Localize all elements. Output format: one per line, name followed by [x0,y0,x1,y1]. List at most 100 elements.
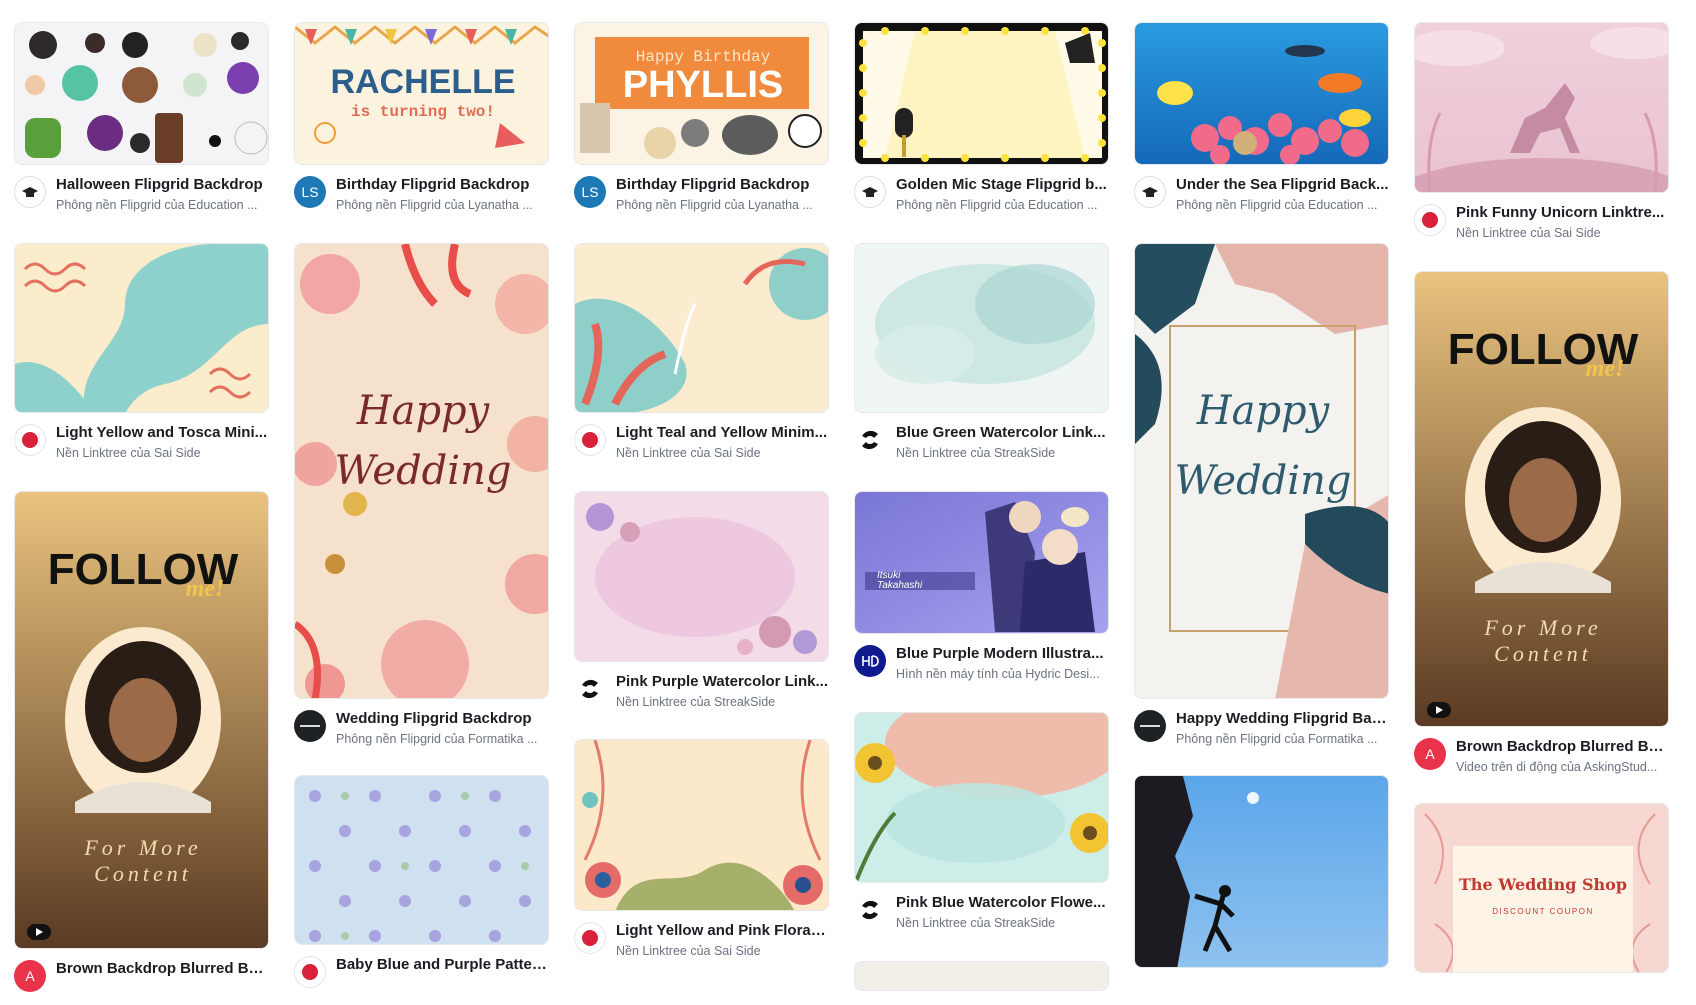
template-author[interactable]: Nền Linktree của StreakSide [616,695,829,709]
template-title[interactable]: Birthday Flipgrid Backdrop [336,176,549,193]
template-grid: Halloween Flipgrid Backdrop Phông nền Fl… [0,0,1696,992]
template-meta: Light Teal and Yellow Minim... Nền Linkt… [574,421,829,469]
template-meta: LS Birthday Flipgrid Backdrop Phông nền … [574,173,829,221]
template-author[interactable]: Video trên di động của AskingStud... [1456,760,1669,774]
template-card-blue-green-watercolor[interactable]: Blue Green Watercolor Link... Nền Linktr… [854,243,1109,469]
formatika-avatar-icon [1134,710,1166,742]
template-card-rachelle[interactable]: RACHELLE is turning two! LS Birthday Fli… [294,22,549,221]
asking-studio-avatar-icon: A [1414,738,1446,770]
template-card-under-sea[interactable]: Under the Sea Flipgrid Back... Phông nền… [1134,22,1389,221]
template-card-pink-blue-watercolor[interactable]: Pink Blue Watercolor Flowe... Nền Linktr… [854,712,1109,939]
template-title[interactable]: Pink Purple Watercolor Link... [616,673,829,690]
template-thumbnail[interactable] [854,712,1109,883]
template-title[interactable]: Baby Blue and Purple Patter... [336,956,549,973]
template-author[interactable]: Phông nền Flipgrid của Education ... [56,198,269,212]
svg-text:PHYLLIS: PHYLLIS [623,64,783,106]
template-author[interactable]: Hình nền máy tính của Hydric Desi... [896,667,1109,681]
template-thumbnail[interactable] [294,775,549,945]
template-card-light-yellow-pink[interactable]: Light Yellow and Pink Floral ... Nền Lin… [574,739,829,967]
template-author[interactable]: Phông nền Flipgrid của Formatika ... [1176,732,1389,746]
template-author[interactable]: Nền Linktree của StreakSide [896,446,1109,460]
template-title[interactable]: Brown Backdrop Blurred Ba... [1456,738,1669,755]
svg-text:Takahashi: Takahashi [877,580,923,591]
template-author[interactable]: Nền Linktree của StreakSide [896,916,1109,930]
template-thumbnail[interactable] [854,961,1109,991]
template-card-blue-purple-modern[interactable]: Itsuki Takahashi Blue Purple Modern Illu… [854,491,1109,690]
education-avatar-icon [1134,176,1166,208]
template-title[interactable]: Blue Green Watercolor Link... [896,424,1109,441]
template-title[interactable]: Light Yellow and Tosca Mini... [56,424,269,441]
template-meta: Halloween Flipgrid Backdrop Phông nền Fl… [14,173,269,221]
template-thumbnail[interactable]: Happy Wedding [1134,243,1389,699]
template-thumbnail[interactable]: Happy Wedding [294,243,549,699]
template-thumbnail[interactable] [1414,22,1669,193]
template-author[interactable]: Phông nền Flipgrid của Education ... [896,198,1109,212]
template-thumbnail[interactable] [14,22,269,165]
template-meta: Pink Funny Unicorn Linktre... Nền Linktr… [1414,201,1669,249]
template-meta: Under the Sea Flipgrid Back... Phông nền… [1134,173,1389,221]
template-card-happy-wedding[interactable]: Happy Wedding Happy Wedding Flipgrid Bac… [1134,243,1389,755]
template-title[interactable]: Blue Purple Modern Illustra... [896,645,1109,662]
template-card-golden-mic[interactable]: Golden Mic Stage Flipgrid b... Phông nền… [854,22,1109,221]
template-thumbnail[interactable] [574,739,829,911]
template-thumbnail[interactable] [1134,22,1389,165]
template-meta: Light Yellow and Pink Floral ... Nền Lin… [574,919,829,967]
template-title[interactable]: Under the Sea Flipgrid Back... [1176,176,1389,193]
template-thumbnail[interactable] [574,243,829,413]
template-thumbnail[interactable] [854,243,1109,413]
template-thumbnail[interactable]: FOLLOW me! For More Content [1414,271,1669,727]
video-play-icon [27,924,51,940]
template-card-phyllis[interactable]: Happy Birthday PHYLLIS LS Birthday Flipg… [574,22,829,221]
template-author[interactable]: Nền Linktree của Sai Side [56,446,269,460]
template-meta: LS Birthday Flipgrid Backdrop Phông nền … [294,173,549,221]
template-card-pink-unicorn[interactable]: Pink Funny Unicorn Linktre... Nền Linktr… [1414,22,1669,249]
template-card-light-yellow-tosca[interactable]: Light Yellow and Tosca Mini... Nền Linkt… [14,243,269,469]
template-card-brown-backdrop-right[interactable]: FOLLOW me! For More Content A Brown Back… [1414,271,1669,783]
template-title[interactable]: Pink Funny Unicorn Linktre... [1456,204,1669,221]
template-title[interactable]: Wedding Flipgrid Backdrop [336,710,549,727]
template-author[interactable]: Phông nền Flipgrid của Lyanatha ... [336,198,549,212]
template-thumbnail[interactable] [1134,775,1389,968]
template-title[interactable]: Golden Mic Stage Flipgrid b... [896,176,1109,193]
template-card-partial[interactable] [854,961,1109,991]
template-card-baby-blue-purple[interactable]: Baby Blue and Purple Patter... [294,775,549,1001]
template-title[interactable]: Light Yellow and Pink Floral ... [616,922,829,939]
template-thumbnail[interactable]: RACHELLE is turning two! [294,22,549,165]
template-thumbnail[interactable] [574,491,829,662]
template-title[interactable]: Brown Backdrop Blurred Ba... [56,960,269,977]
template-author[interactable]: Nền Linktree của Sai Side [616,446,829,460]
template-card-pink-purple-watercolor[interactable]: Pink Purple Watercolor Link... Nền Linkt… [574,491,829,718]
template-meta: Light Yellow and Tosca Mini... Nền Linkt… [14,421,269,469]
template-author[interactable]: Phông nền Flipgrid của Formatika ... [336,732,549,746]
template-card-halloween[interactable]: Halloween Flipgrid Backdrop Phông nền Fl… [14,22,269,221]
template-meta: Wedding Flipgrid Backdrop Phông nền Flip… [294,707,549,755]
svg-text:Wedding: Wedding [335,448,512,494]
template-title[interactable]: Light Teal and Yellow Minim... [616,424,829,441]
template-author[interactable]: Phông nền Flipgrid của Education ... [1176,198,1389,212]
template-thumbnail[interactable]: Happy Birthday PHYLLIS [574,22,829,165]
template-meta: Pink Purple Watercolor Link... Nền Linkt… [574,670,829,718]
sai-side-avatar-icon [574,922,606,954]
template-title[interactable]: Halloween Flipgrid Backdrop [56,176,269,193]
template-thumbnail[interactable]: Itsuki Takahashi [854,491,1109,634]
template-thumbnail[interactable] [854,22,1109,165]
template-author[interactable]: Nền Linktree của Sai Side [616,944,829,958]
template-card-climber[interactable] [1134,775,1389,968]
template-author[interactable]: Phông nền Flipgrid của Lyanatha ... [616,198,829,212]
template-meta: Blue Purple Modern Illustra... Hình nền … [854,642,1109,690]
template-title[interactable]: Pink Blue Watercolor Flowe... [896,894,1109,911]
template-title[interactable]: Birthday Flipgrid Backdrop [616,176,829,193]
template-thumbnail[interactable]: FOLLOW me! For More Content [14,491,269,949]
svg-text:RACHELLE: RACHELLE [330,63,515,101]
template-title[interactable]: Happy Wedding Flipgrid Bac... [1176,710,1389,727]
template-meta: Golden Mic Stage Flipgrid b... Phông nền… [854,173,1109,221]
template-thumbnail[interactable] [14,243,269,413]
svg-text:Happy: Happy [356,388,491,434]
template-thumbnail[interactable]: The Wedding Shop DISCOUNT COUPON [1414,803,1669,973]
template-author[interactable]: Nền Linktree của Sai Side [1456,226,1669,240]
template-card-wedding-shop[interactable]: The Wedding Shop DISCOUNT COUPON [1414,803,1669,973]
template-card-wedding-flipgrid[interactable]: Happy Wedding Wedding Flipgrid Backdrop … [294,243,549,755]
template-card-brown-backdrop-left[interactable]: FOLLOW me! For More Content A Brown Back… [14,491,269,1005]
lyanatha-avatar-icon: LS [294,176,326,208]
template-card-light-teal-yellow[interactable]: Light Teal and Yellow Minim... Nền Linkt… [574,243,829,469]
